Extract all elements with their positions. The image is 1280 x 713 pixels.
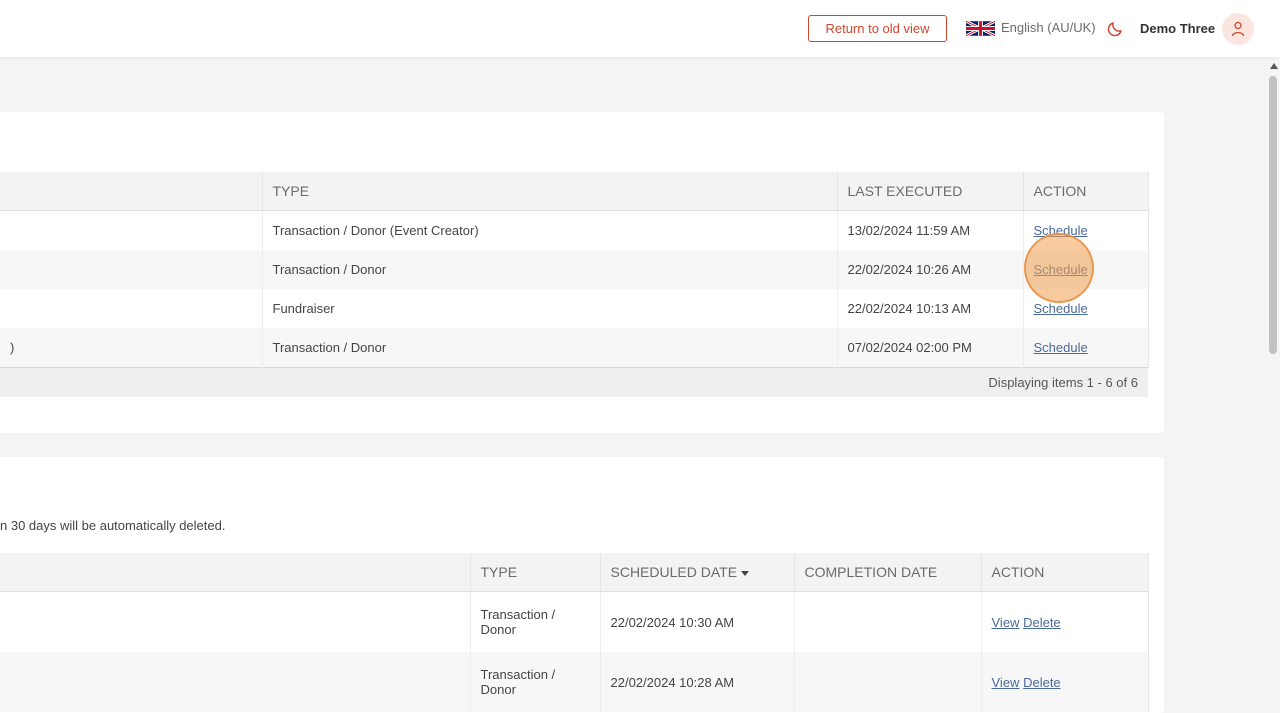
scheduled-date-cell: 22/02/2024 10:30 AM: [600, 591, 795, 652]
last-executed-cell: 07/02/2024 02:00 PM: [837, 328, 1024, 368]
auto-delete-note: n 30 days will be automatically deleted.: [0, 518, 226, 533]
column-header-name[interactable]: [0, 172, 263, 211]
action-cell: Schedule: [1023, 210, 1149, 250]
schedule-link[interactable]: Schedule: [1034, 340, 1088, 355]
top-bar: Return to old view English (AU/UK) Demo …: [0, 0, 1280, 57]
report-type-cell: Transaction / Donor: [262, 328, 838, 368]
reports-card: TYPE LAST EXECUTED ACTION Transaction / …: [0, 112, 1164, 433]
table-row: Transaction / Donor 22/02/2024 10:28 AM …: [0, 652, 1149, 712]
pagination-info: Displaying items 1 - 6 of 6: [0, 367, 1148, 397]
column-header-completion-date[interactable]: COMPLETION DATE: [794, 553, 982, 592]
report-type-cell: Transaction / Donor (Event Creator): [262, 210, 838, 250]
scheduled-reports-table: TYPE SCHEDULED DATE COMPLETION DATE ACTI…: [0, 553, 1149, 712]
schedule-link[interactable]: Schedule: [1034, 223, 1088, 238]
vertical-scrollbar[interactable]: [1267, 60, 1280, 713]
column-header-name[interactable]: [0, 553, 471, 592]
scheduled-date-label: SCHEDULED DATE: [610, 564, 738, 580]
user-avatar[interactable]: [1222, 13, 1254, 45]
table-row: Transaction / Donor 22/02/2024 10:26 AM …: [0, 250, 1149, 289]
column-header-type[interactable]: TYPE: [262, 172, 838, 211]
table-row: ) Transaction / Donor 07/02/2024 02:00 P…: [0, 328, 1149, 368]
report-type-cell: Transaction / Donor: [262, 250, 838, 289]
report-name-cell: [0, 652, 471, 712]
table-row: Transaction / Donor 22/02/2024 10:30 AM …: [0, 591, 1149, 652]
action-cell: View Delete: [981, 591, 1149, 652]
action-cell: Schedule: [1023, 328, 1149, 368]
column-header-action: ACTION: [1023, 172, 1149, 211]
delete-link[interactable]: Delete: [1023, 675, 1061, 690]
uk-flag-icon[interactable]: [966, 21, 995, 36]
report-name-cell: [0, 210, 263, 250]
delete-link[interactable]: Delete: [1023, 615, 1061, 630]
completion-date-cell: [794, 652, 982, 712]
action-cell: Schedule: [1023, 250, 1149, 289]
schedule-link[interactable]: Schedule: [1034, 301, 1088, 316]
last-executed-cell: 22/02/2024 10:26 AM: [837, 250, 1024, 289]
report-type-cell: Fundraiser: [262, 289, 838, 328]
language-selector[interactable]: English (AU/UK): [1001, 20, 1096, 35]
report-type-cell: Transaction / Donor: [470, 652, 601, 712]
column-header-scheduled-date[interactable]: SCHEDULED DATE: [600, 553, 795, 592]
table-row: Transaction / Donor (Event Creator) 13/0…: [0, 210, 1149, 250]
table-footer: Displaying items 1 - 6 of 6: [0, 367, 1148, 397]
action-cell: Schedule: [1023, 289, 1149, 328]
report-name-cell: [0, 289, 263, 328]
scheduled-reports-card: n 30 days will be automatically deleted.…: [0, 457, 1164, 713]
scrollbar-thumb[interactable]: [1269, 76, 1277, 354]
view-link[interactable]: View: [992, 675, 1020, 690]
completion-date-cell: [794, 591, 982, 652]
schedule-link[interactable]: Schedule: [1034, 262, 1088, 277]
column-header-action: ACTION: [981, 553, 1149, 592]
view-link[interactable]: View: [992, 615, 1020, 630]
reports-table: TYPE LAST EXECUTED ACTION Transaction / …: [0, 172, 1149, 397]
return-to-old-view-button[interactable]: Return to old view: [808, 15, 947, 42]
report-name-cell: ): [0, 328, 263, 368]
last-executed-cell: 13/02/2024 11:59 AM: [837, 210, 1024, 250]
scroll-up-arrow-icon[interactable]: [1270, 63, 1278, 69]
column-header-last-executed[interactable]: LAST EXECUTED: [837, 172, 1024, 211]
user-icon: [1231, 21, 1245, 37]
last-executed-cell: 22/02/2024 10:13 AM: [837, 289, 1024, 328]
report-name-cell: [0, 250, 263, 289]
sort-descending-icon: [741, 570, 750, 576]
report-type-cell: Transaction / Donor: [470, 591, 601, 652]
report-name-cell: [0, 591, 471, 652]
action-cell: View Delete: [981, 652, 1149, 712]
scheduled-date-cell: 22/02/2024 10:28 AM: [600, 652, 795, 712]
table-row: Fundraiser 22/02/2024 10:13 AM Schedule: [0, 289, 1149, 328]
user-name[interactable]: Demo Three: [1140, 21, 1215, 36]
column-header-type[interactable]: TYPE: [470, 553, 601, 592]
dark-mode-moon-icon[interactable]: [1106, 20, 1124, 38]
